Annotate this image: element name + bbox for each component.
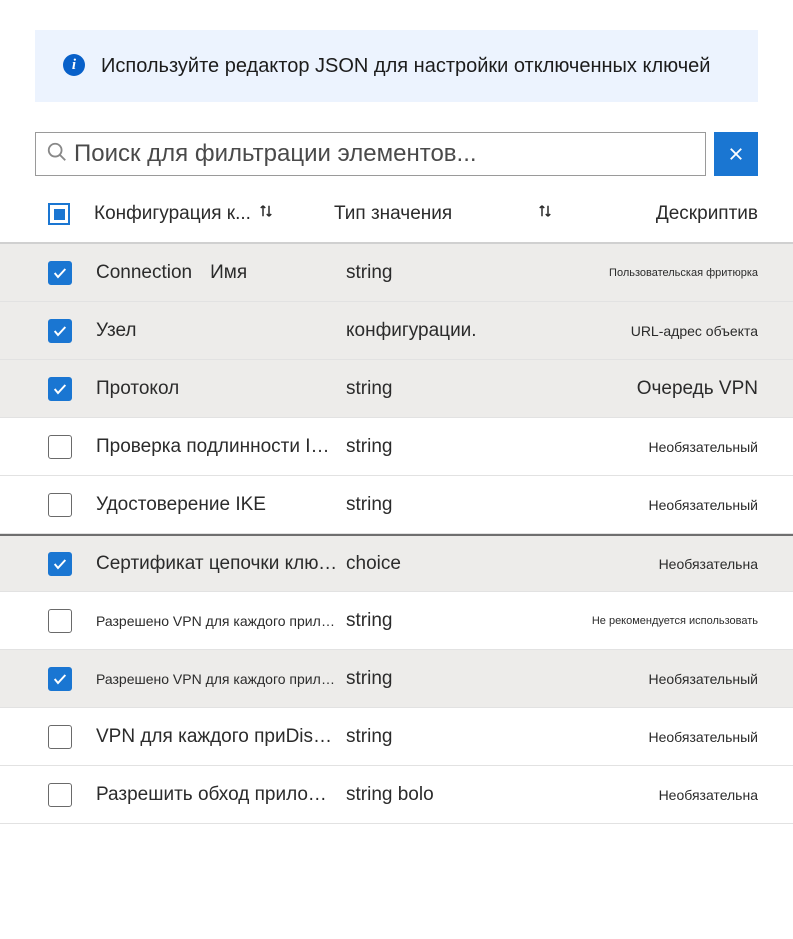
cell-type: choice: [346, 553, 536, 575]
config-table: Конфигурация к... Тип значения Дескрипти…: [0, 190, 793, 824]
row-checkbox[interactable]: [48, 377, 72, 401]
cell-description: Необязательна: [536, 556, 758, 572]
cell-description: URL-адрес объекта: [536, 323, 758, 339]
info-banner: i Используйте редактор JSON для настройк…: [35, 30, 758, 102]
cell-config-extra: Имя: [210, 262, 247, 283]
search-input[interactable]: [74, 140, 695, 168]
row-checkbox[interactable]: [48, 319, 72, 343]
cell-config: Разрешить обход приложений: [96, 784, 346, 806]
sort-icon: [257, 202, 275, 226]
cell-description: Необязательный: [536, 439, 758, 455]
cell-description: Необязательный: [536, 497, 758, 513]
table-header: Конфигурация к... Тип значения Дескрипти…: [0, 190, 793, 244]
row-checkbox[interactable]: [48, 783, 72, 807]
column-header-type[interactable]: Тип значения: [334, 202, 554, 226]
column-header-description-label: Дескриптив: [656, 203, 758, 224]
search-row: [35, 132, 758, 176]
sort-icon: [536, 202, 554, 226]
row-checkbox[interactable]: [48, 493, 72, 517]
cell-description: Необязательный: [536, 671, 758, 687]
row-checkbox[interactable]: [48, 725, 72, 749]
close-icon: [727, 145, 745, 163]
table-row[interactable]: Разрешено VPN для каждого приложенияstri…: [0, 650, 793, 708]
table-row[interactable]: Разрешить обход приложенийstring boloНео…: [0, 766, 793, 824]
row-checkbox[interactable]: [48, 667, 72, 691]
cell-description: Не рекомендуется использовать: [536, 615, 758, 627]
cell-type: string: [346, 668, 536, 690]
search-box[interactable]: [35, 132, 706, 176]
info-icon: i: [63, 54, 85, 76]
cell-description: Очередь VPN: [536, 378, 758, 400]
cell-config: Сертификат цепочки ключей...: [96, 553, 346, 575]
cell-type: string: [346, 436, 536, 458]
column-header-type-label: Тип значения: [334, 203, 452, 225]
cell-config: ConnectionИмя: [96, 262, 346, 284]
column-header-config[interactable]: Конфигурация к...: [94, 202, 334, 226]
cell-type: string: [346, 610, 536, 632]
cell-description: Необязательный: [536, 729, 758, 745]
row-checkbox[interactable]: [48, 261, 72, 285]
cell-type: string: [346, 726, 536, 748]
cell-type: string: [346, 262, 536, 284]
row-checkbox[interactable]: [48, 435, 72, 459]
cell-type: string: [346, 378, 536, 400]
cell-config: Проверка подлинности IPsec...: [96, 436, 346, 458]
cell-description: Пользовательская фритюрка: [536, 267, 758, 279]
column-header-config-label: Конфигурация к...: [94, 203, 251, 225]
cell-config: Разрешено VPN для каждого приложения: [96, 671, 346, 687]
select-all-checkbox[interactable]: [48, 203, 70, 225]
cell-type: string: [346, 494, 536, 516]
cell-config: Удостоверение IKE: [96, 494, 346, 516]
cell-config: Разрешено VPN для каждого приложения: [96, 613, 346, 629]
cell-type: конфигурации.: [346, 320, 536, 342]
cell-config: VPN для каждого приDisallewия: [96, 726, 346, 748]
cell-type: string bolo: [346, 784, 536, 806]
search-icon: [46, 141, 68, 168]
table-row[interactable]: VPN для каждого приDisallewияstringНеобя…: [0, 708, 793, 766]
table-row[interactable]: Проверка подлинности IPsec...stringНеобя…: [0, 418, 793, 476]
table-row[interactable]: ConnectionИмяstringПользовательская фрит…: [0, 244, 793, 302]
table-row[interactable]: Удостоверение IKEstringНеобязательный: [0, 476, 793, 534]
row-checkbox[interactable]: [48, 609, 72, 633]
table-row[interactable]: Сертификат цепочки ключей...choiceНеобяз…: [0, 534, 793, 592]
info-banner-text: Используйте редактор JSON для настройки …: [101, 52, 710, 80]
row-checkbox[interactable]: [48, 552, 72, 576]
clear-search-button[interactable]: [714, 132, 758, 176]
cell-config: Узел: [96, 320, 346, 342]
cell-description: Необязательна: [536, 787, 758, 803]
column-header-description[interactable]: Дескриптив: [554, 203, 758, 225]
table-row[interactable]: Узелконфигурации.URL-адрес объекта: [0, 302, 793, 360]
table-row[interactable]: ПротоколstringОчередь VPN: [0, 360, 793, 418]
cell-config: Протокол: [96, 378, 346, 400]
table-row[interactable]: Разрешено VPN для каждого приложенияstri…: [0, 592, 793, 650]
